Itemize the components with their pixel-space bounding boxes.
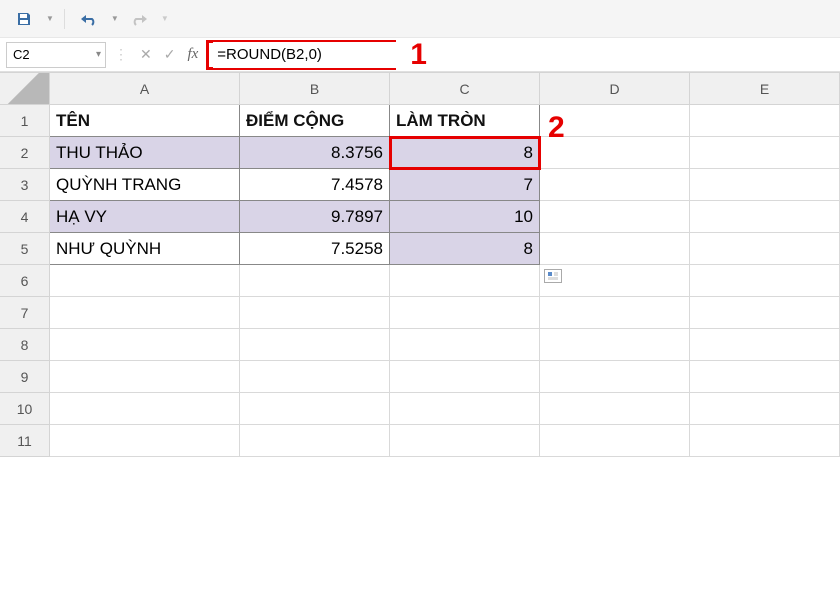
enter-icon[interactable]: ✓ (164, 46, 176, 63)
separator (64, 9, 65, 29)
cell-C11[interactable] (390, 425, 540, 457)
quick-access-toolbar: ▼ ▼ ▼ (0, 0, 840, 38)
formula-input[interactable] (213, 42, 420, 68)
cell-C4[interactable]: 10 (390, 201, 540, 233)
cell-A9[interactable] (50, 361, 240, 393)
cell-C9[interactable] (390, 361, 540, 393)
col-head-C[interactable]: C (390, 73, 540, 105)
row-head-7[interactable]: 7 (0, 297, 50, 329)
cell-D9[interactable] (540, 361, 690, 393)
cell-E5[interactable] (690, 233, 840, 265)
cell-B3[interactable]: 7.4578 (240, 169, 390, 201)
cell-B1[interactable]: ĐIỂM CỘNG (240, 105, 390, 137)
cell-D3[interactable] (540, 169, 690, 201)
undo-dropdown-caret[interactable]: ▼ (111, 14, 119, 23)
cell-D4[interactable] (540, 201, 690, 233)
annotation-2: 2 (548, 111, 565, 145)
cell-E2[interactable] (690, 137, 840, 169)
formula-bar-controls: ⋮ ✕ ✓ fx (114, 46, 198, 63)
row-head-2[interactable]: 2 (0, 137, 50, 169)
redo-dropdown-caret[interactable]: ▼ (161, 14, 169, 23)
row-head-1[interactable]: 1 (0, 105, 50, 137)
row-head-8[interactable]: 8 (0, 329, 50, 361)
cell-A6[interactable] (50, 265, 240, 297)
row-head-3[interactable]: 3 (0, 169, 50, 201)
cell-A3[interactable]: QUỲNH TRANG (50, 169, 240, 201)
cell-B9[interactable] (240, 361, 390, 393)
cell-E10[interactable] (690, 393, 840, 425)
name-box-value: C2 (13, 47, 30, 62)
cell-C6[interactable] (390, 265, 540, 297)
undo-button[interactable] (75, 5, 103, 33)
cell-A5[interactable]: NHƯ QUỲNH (50, 233, 240, 265)
row-head-5[interactable]: 5 (0, 233, 50, 265)
cell-E11[interactable] (690, 425, 840, 457)
formula-highlight-box (206, 40, 396, 70)
cell-B5[interactable]: 7.5258 (240, 233, 390, 265)
cell-C1[interactable]: LÀM TRÒN (390, 105, 540, 137)
cell-D10[interactable] (540, 393, 690, 425)
col-head-D[interactable]: D (540, 73, 690, 105)
cell-A7[interactable] (50, 297, 240, 329)
cell-B7[interactable] (240, 297, 390, 329)
cell-B10[interactable] (240, 393, 390, 425)
formula-bar: C2 ⋮ ✕ ✓ fx 1 (0, 38, 840, 72)
cell-E6[interactable] (690, 265, 840, 297)
row-head-10[interactable]: 10 (0, 393, 50, 425)
cell-A8[interactable] (50, 329, 240, 361)
cell-A4[interactable]: HẠ VY (50, 201, 240, 233)
qat-customize-caret[interactable]: ▼ (46, 14, 54, 23)
cell-C5[interactable]: 8 (390, 233, 540, 265)
cell-A10[interactable] (50, 393, 240, 425)
autofill-options-icon[interactable] (544, 269, 562, 283)
row-head-11[interactable]: 11 (0, 425, 50, 457)
row-head-9[interactable]: 9 (0, 361, 50, 393)
select-all-corner[interactable] (0, 73, 50, 105)
cell-C10[interactable] (390, 393, 540, 425)
save-button[interactable] (10, 5, 38, 33)
row-head-4[interactable]: 4 (0, 201, 50, 233)
col-head-A[interactable]: A (50, 73, 240, 105)
cell-E9[interactable] (690, 361, 840, 393)
cell-A1[interactable]: TÊN (50, 105, 240, 137)
spreadsheet-grid: A B C D E 1 TÊN ĐIỂM CỘNG LÀM TRÒN 2 THU… (0, 72, 840, 457)
cell-D6[interactable] (540, 265, 690, 297)
cell-B4[interactable]: 9.7897 (240, 201, 390, 233)
cancel-icon[interactable]: ✕ (140, 46, 152, 63)
redo-icon (130, 12, 148, 26)
name-box[interactable]: C2 (6, 42, 106, 68)
undo-icon (80, 12, 98, 26)
cell-B8[interactable] (240, 329, 390, 361)
cell-B2[interactable]: 8.3756 (240, 137, 390, 169)
annotation-1: 1 (410, 38, 427, 72)
col-head-B[interactable]: B (240, 73, 390, 105)
cell-E4[interactable] (690, 201, 840, 233)
cell-E8[interactable] (690, 329, 840, 361)
col-head-E[interactable]: E (690, 73, 840, 105)
cell-D8[interactable] (540, 329, 690, 361)
save-icon (16, 11, 32, 27)
cell-B6[interactable] (240, 265, 390, 297)
cell-D5[interactable] (540, 233, 690, 265)
cell-C2[interactable]: 8 (390, 137, 540, 169)
cell-E3[interactable] (690, 169, 840, 201)
cell-A11[interactable] (50, 425, 240, 457)
cell-D7[interactable] (540, 297, 690, 329)
cell-A2[interactable]: THU THẢO (50, 137, 240, 169)
cell-C7[interactable] (390, 297, 540, 329)
cell-C8[interactable] (390, 329, 540, 361)
cell-D11[interactable] (540, 425, 690, 457)
row-head-6[interactable]: 6 (0, 265, 50, 297)
cell-C3[interactable]: 7 (390, 169, 540, 201)
cell-E1[interactable] (690, 105, 840, 137)
cell-E7[interactable] (690, 297, 840, 329)
cell-B11[interactable] (240, 425, 390, 457)
fx-icon[interactable]: fx (187, 46, 198, 63)
redo-button[interactable] (125, 5, 153, 33)
